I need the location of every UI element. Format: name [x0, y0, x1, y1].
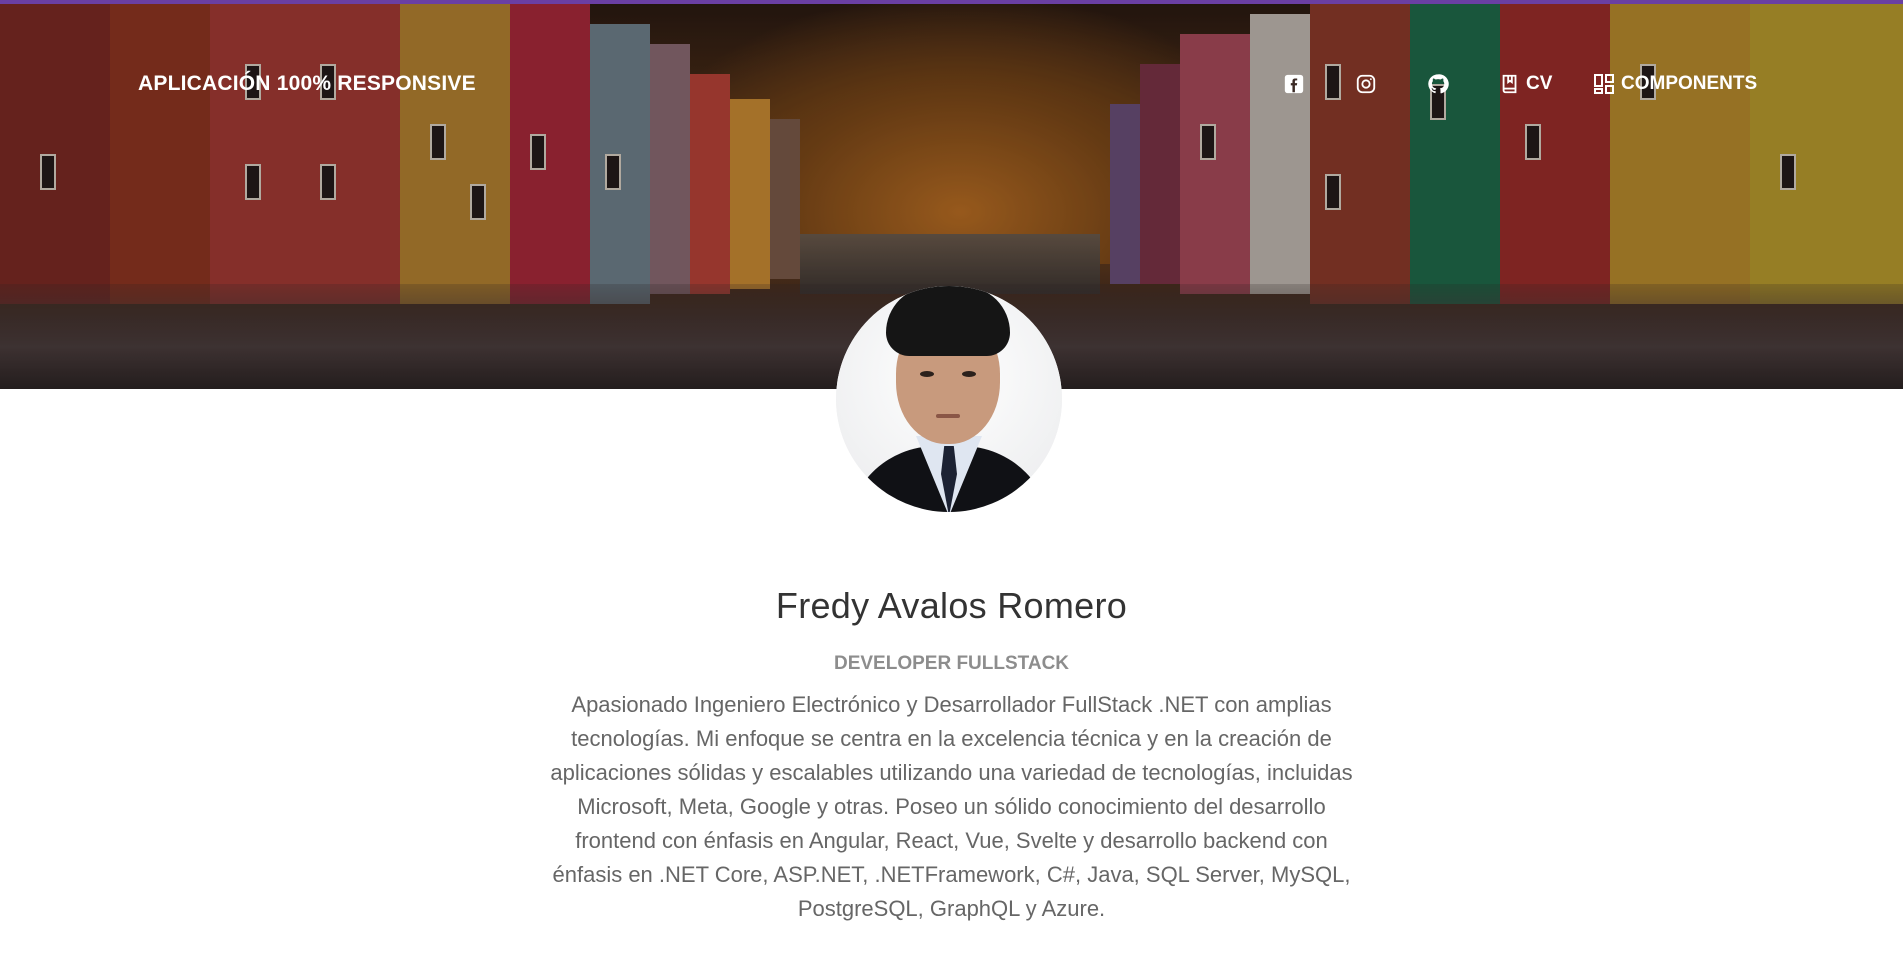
brand-link[interactable]: APLICACIÓN 100% RESPONSIVE [138, 72, 476, 96]
components-icon [1592, 72, 1616, 96]
top-accent-bar [0, 0, 1903, 4]
nav-facebook-link[interactable] [1283, 73, 1310, 95]
book-icon [1499, 72, 1521, 96]
instagram-icon [1355, 73, 1377, 95]
facebook-icon [1283, 73, 1305, 95]
nav-cv-link[interactable]: CV [1499, 72, 1552, 96]
profile-name: Fredy Avalos Romero [775, 585, 1128, 626]
top-navbar: APLICACIÓN 100% RESPONSIVE CV COMPONENTS [0, 4, 1903, 95]
nav-components-link[interactable]: COMPONENTS [1592, 72, 1757, 96]
profile-avatar [836, 286, 1062, 512]
profile-bio: Apasionado Ingeniero Electrónico y Desar… [550, 692, 1353, 921]
nav-github-link[interactable] [1427, 73, 1454, 95]
nav-instagram-link[interactable] [1355, 73, 1382, 95]
github-icon [1427, 73, 1449, 95]
profile-role: DEVELOPER FULLSTACK [833, 653, 1070, 674]
